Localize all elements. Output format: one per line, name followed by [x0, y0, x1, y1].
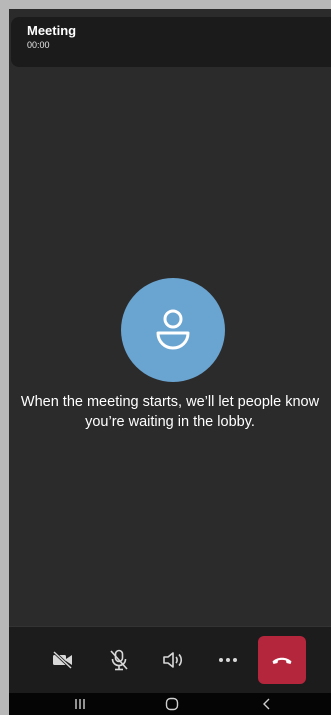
- camera-off-icon: [52, 651, 73, 669]
- speaker-button[interactable]: [151, 640, 195, 680]
- mic-off-button[interactable]: [97, 640, 141, 680]
- home-button[interactable]: [157, 696, 187, 712]
- back-button[interactable]: [252, 696, 282, 712]
- phone-hangup-icon: [272, 657, 292, 664]
- lobby-message: When the meeting starts, we’ll let peopl…: [20, 394, 320, 430]
- meeting-header: Meeting 00:00: [11, 17, 331, 67]
- person-icon: [156, 309, 190, 350]
- more-options-button[interactable]: [206, 640, 250, 680]
- home-icon: [165, 697, 179, 711]
- recent-apps-button[interactable]: [65, 696, 95, 712]
- meeting-screen: Meeting 00:00 When the meeting starts, w…: [9, 9, 331, 715]
- camera-off-button[interactable]: [41, 640, 85, 680]
- avatar: [121, 278, 225, 382]
- back-icon: [263, 698, 270, 710]
- more-icon: [219, 658, 237, 662]
- recent-apps-icon: [75, 699, 85, 709]
- meeting-timer: 00:00: [27, 40, 50, 50]
- speaker-icon: [163, 652, 183, 668]
- hang-up-button[interactable]: [258, 636, 306, 684]
- mic-off-icon: [110, 649, 128, 671]
- meeting-title: Meeting: [27, 23, 77, 38]
- call-controls-bar: [9, 626, 331, 693]
- system-navigation-bar: [9, 693, 331, 715]
